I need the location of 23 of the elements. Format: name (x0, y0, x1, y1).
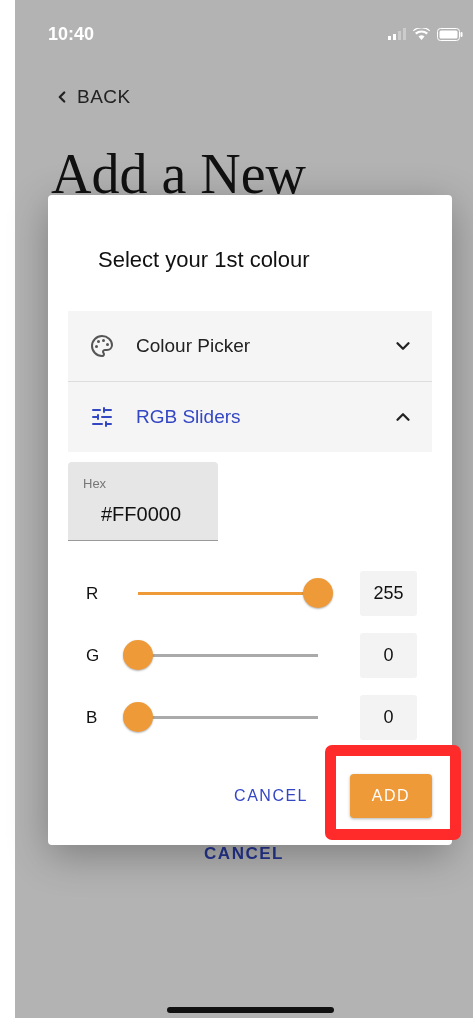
page-title: Add a New (51, 142, 307, 207)
slider-label: B (85, 707, 99, 728)
slider-thumb[interactable] (123, 639, 153, 670)
slider-label: R (85, 583, 100, 604)
dialog-title: Select your 1st colour (98, 247, 311, 273)
signal-icon (388, 28, 406, 40)
back-button[interactable]: BACK (53, 86, 131, 108)
slider-thumb[interactable] (123, 701, 153, 732)
value-field[interactable]: 0 (360, 695, 417, 740)
slider-label: G (85, 645, 101, 666)
status-time: 10:40 (48, 23, 95, 45)
battery-icon (437, 27, 463, 41)
palette-icon (90, 334, 114, 358)
slider-thumb[interactable] (303, 577, 333, 608)
accordion-header[interactable]: RGB Sliders (68, 382, 432, 452)
cancel-button[interactable]: CANCEL (189, 840, 299, 868)
wifi-icon (413, 28, 430, 40)
hex-field[interactable]: Hex #FF0000 (68, 462, 218, 541)
sliders-icon (90, 405, 114, 429)
accordion-header[interactable]: Colour Picker (68, 311, 432, 381)
cancel-button[interactable]: CANCEL (234, 781, 308, 811)
value-field[interactable]: 255 (360, 571, 417, 616)
value-field[interactable]: 0 (360, 633, 417, 678)
